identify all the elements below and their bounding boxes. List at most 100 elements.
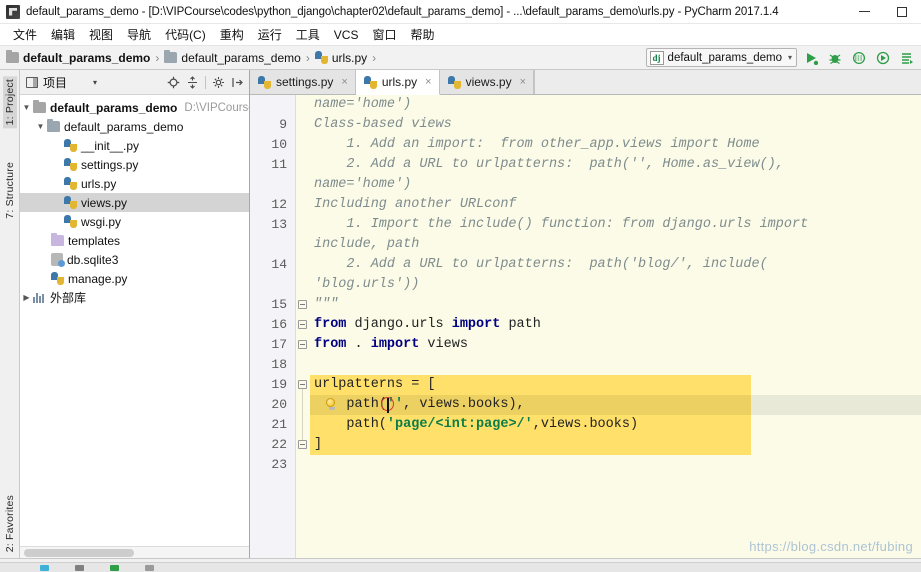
python-file-icon <box>314 51 328 64</box>
tree-item-external-libraries[interactable]: ▶ 外部库 <box>20 288 249 307</box>
python-file-icon <box>64 139 77 152</box>
python-file-icon <box>64 196 77 209</box>
line-number: 21 <box>271 417 287 432</box>
project-panel-horizontal-scrollbar[interactable] <box>20 546 249 558</box>
code-line-wrap: 'blog.urls')) <box>314 277 420 292</box>
fold-marker-docstring[interactable] <box>298 300 307 309</box>
coverage-button[interactable] <box>849 48 869 68</box>
menu-vcs[interactable]: VCS <box>327 27 366 43</box>
taskbar-item-4[interactable] <box>145 564 154 571</box>
close-icon[interactable]: × <box>425 76 431 88</box>
code-folding-gutter[interactable] <box>296 95 310 558</box>
run-button[interactable] <box>801 48 821 68</box>
menu-edit[interactable]: 编辑 <box>44 25 82 44</box>
editor-tab-settings-py[interactable]: settings.py × <box>250 70 356 94</box>
line-number-wrap <box>250 175 295 195</box>
tree-item-views-py[interactable]: views.py <box>20 193 249 212</box>
menu-navigate[interactable]: 导航 <box>120 25 158 44</box>
project-tree[interactable]: ▼ default_params_demo D:\VIPCourse ▼ def… <box>20 95 249 546</box>
taskbar-item-3[interactable] <box>110 564 119 571</box>
twisty-icon[interactable]: ▶ <box>20 293 33 302</box>
fold-marker-urlpatterns-end[interactable] <box>298 440 307 449</box>
code-line-10: 1. Add an import: from other_app.views i… <box>314 137 760 152</box>
python-file-icon <box>64 158 77 171</box>
tree-item-urls-py[interactable]: urls.py <box>20 174 249 193</box>
twisty-icon[interactable]: ▼ <box>20 103 33 112</box>
close-icon[interactable]: × <box>341 76 347 88</box>
project-panel-tools <box>165 74 246 91</box>
chevron-down-icon[interactable]: ▾ <box>93 78 97 87</box>
line-number: 18 <box>271 357 287 372</box>
tree-item-label: __init__.py <box>81 138 140 153</box>
tree-item-label: views.py <box>81 195 128 210</box>
menu-file[interactable]: 文件 <box>6 25 44 44</box>
intention-bulb-icon[interactable] <box>326 398 337 411</box>
tree-item-label: default_params_demo <box>64 119 184 134</box>
minimize-button[interactable] <box>845 0 883 24</box>
folder-icon <box>47 119 60 132</box>
pycharm-window: default_params_demo - [D:\VIPCourse\code… <box>0 0 921 572</box>
vtab-project-label: 1: Project <box>3 79 16 126</box>
code-editor[interactable]: 9 10 11 12 13 14 15 16 17 18 19 20 21 22… <box>250 95 921 558</box>
editor-area: settings.py × urls.py × views.py × 9 10 … <box>250 70 921 558</box>
menu-window[interactable]: 窗口 <box>365 25 403 44</box>
hide-panel-icon[interactable] <box>229 74 246 91</box>
editor-tab-views-py[interactable]: views.py × <box>439 70 535 94</box>
tree-item-templates[interactable]: templates <box>20 231 249 250</box>
scrollbar-thumb[interactable] <box>24 549 134 557</box>
twisty-icon[interactable]: ▼ <box>34 122 47 131</box>
code-line-11: 2. Add a URL to urlpatterns: path('', Ho… <box>314 157 784 172</box>
fold-marker-urlpatterns[interactable] <box>298 380 307 389</box>
tree-item-settings-py[interactable]: settings.py <box>20 155 249 174</box>
editor-tab-urls-py[interactable]: urls.py × <box>355 70 440 95</box>
breadcrumb-item-project[interactable]: default_params_demo <box>6 50 150 65</box>
close-icon[interactable]: × <box>520 76 526 88</box>
tree-item-project-root[interactable]: ▼ default_params_demo D:\VIPCourse <box>20 98 249 117</box>
fold-marker-import-1[interactable] <box>298 320 307 329</box>
editor-tab-filler <box>534 70 921 94</box>
run-configuration-selector[interactable]: dj default_params_demo ▾ <box>645 48 797 67</box>
line-number: 10 <box>271 137 287 152</box>
chevron-down-icon: ▾ <box>787 53 792 62</box>
code-line-14: 2. Add a URL to urlpatterns: path('blog/… <box>314 257 768 272</box>
vtab-project[interactable]: 1: Project <box>2 76 17 129</box>
folder-icon <box>6 50 19 63</box>
python-file-icon <box>64 215 77 228</box>
database-icon <box>51 253 65 267</box>
settings-gear-icon[interactable] <box>210 74 227 91</box>
taskbar-item-1[interactable] <box>40 564 49 571</box>
window-title: default_params_demo - [D:\VIPCourse\code… <box>26 5 779 18</box>
line-number-gutter: 9 10 11 12 13 14 15 16 17 18 19 20 21 22… <box>250 95 296 558</box>
taskbar-item-2[interactable] <box>75 564 84 571</box>
maximize-button[interactable] <box>883 0 921 24</box>
code-content[interactable]: name='home') Class-based views 1. Add an… <box>310 95 921 558</box>
breadcrumb-item-package[interactable]: default_params_demo <box>164 50 301 65</box>
tree-item-db-sqlite3[interactable]: db.sqlite3 <box>20 250 249 269</box>
menu-refactor[interactable]: 重构 <box>213 25 251 44</box>
tree-item-package-default-params-demo[interactable]: ▼ default_params_demo <box>20 117 249 136</box>
profile-button[interactable] <box>873 48 893 68</box>
menu-tools[interactable]: 工具 <box>289 25 327 44</box>
tree-item-init-py[interactable]: __init__.py <box>20 136 249 155</box>
attach-button[interactable] <box>897 48 917 68</box>
locate-icon[interactable] <box>165 74 182 91</box>
tree-item-manage-py[interactable]: manage.py <box>20 269 249 288</box>
vtab-structure[interactable]: 7: Structure <box>4 162 16 219</box>
collapse-all-icon[interactable] <box>184 74 201 91</box>
fold-marker-import-2[interactable] <box>298 340 307 349</box>
tree-item-wsgi-py[interactable]: wsgi.py <box>20 212 249 231</box>
menu-code[interactable]: 代码(C) <box>158 25 213 44</box>
main-body: 1: Project 7: Structure 2: Favorites 项目 … <box>0 70 921 558</box>
code-line-16: from django.urls import path <box>314 317 541 332</box>
menu-view[interactable]: 视图 <box>82 25 120 44</box>
vtab-favorites[interactable]: 2: Favorites <box>4 495 16 552</box>
debug-button[interactable] <box>825 48 845 68</box>
breadcrumb-item-file[interactable]: urls.py <box>314 51 367 65</box>
project-panel-title-group: 项目 <box>26 74 67 91</box>
menu-run[interactable]: 运行 <box>251 25 289 44</box>
line-number: 17 <box>271 337 287 352</box>
project-panel: 项目 ▾ ▼ default_params_demo D:\VIPCourse … <box>20 70 250 558</box>
fold-range-line <box>302 389 303 441</box>
menu-help[interactable]: 帮助 <box>403 25 441 44</box>
